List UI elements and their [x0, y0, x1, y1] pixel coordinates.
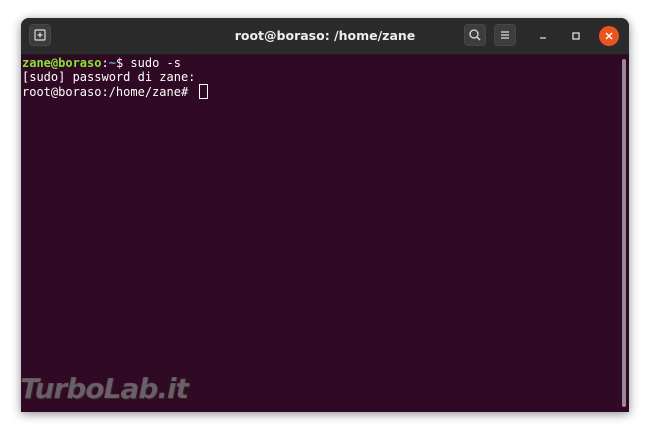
terminal-line: root@boraso:/home/zane#: [22, 84, 619, 99]
prompt-user-host: zane@boraso: [22, 56, 102, 70]
maximize-button[interactable]: [566, 26, 586, 46]
prompt-colon: :: [101, 56, 109, 70]
close-icon: [605, 32, 613, 40]
search-button[interactable]: [464, 24, 486, 46]
search-icon: [469, 29, 481, 41]
terminal-cursor: [199, 84, 209, 99]
terminal-line: zane@boraso:~$ sudo -s: [22, 56, 619, 70]
new-tab-icon: [34, 29, 46, 41]
scrollbar-thumb[interactable]: [622, 59, 626, 407]
titlebar[interactable]: root@boraso: /home/zane: [21, 18, 629, 55]
watermark-logo: TurboLab.it: [20, 372, 189, 405]
close-button[interactable]: [599, 26, 619, 46]
menu-button[interactable]: [494, 24, 516, 46]
hamburger-menu-icon: [501, 31, 509, 39]
command-text: sudo -s: [130, 56, 181, 70]
minimize-button[interactable]: [533, 26, 553, 46]
minimize-icon: [540, 37, 546, 39]
sudo-password-prompt: [sudo] password di zane:: [22, 70, 196, 84]
root-prompt: root@boraso:/home/zane#: [22, 85, 196, 99]
prompt-cwd: ~: [108, 56, 116, 70]
new-tab-button[interactable]: [29, 24, 51, 46]
terminal-window: root@boraso: /home/zane zane@boraso:~$ s…: [21, 18, 629, 412]
terminal-line: [sudo] password di zane:: [22, 70, 619, 84]
maximize-icon: [572, 32, 580, 40]
scrollbar[interactable]: [619, 55, 629, 412]
terminal-output[interactable]: zane@boraso:~$ sudo -s [sudo] password d…: [21, 55, 619, 412]
prompt-char: $: [115, 56, 131, 70]
